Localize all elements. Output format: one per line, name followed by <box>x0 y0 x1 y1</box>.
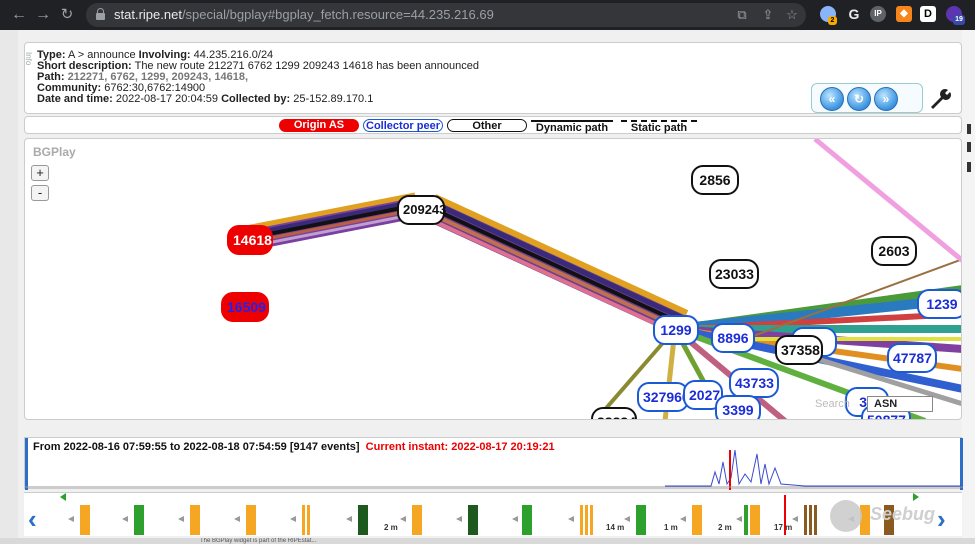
left-gutter <box>0 30 18 544</box>
node-as1239[interactable]: 1239 <box>917 289 961 319</box>
node-as8896[interactable]: 8896 <box>711 323 755 353</box>
event-gap-label: 14 m <box>606 523 625 532</box>
right-strip-mark <box>967 162 971 172</box>
event-gap-label: 17 m <box>774 523 793 532</box>
node-as2856[interactable]: 2856 <box>691 165 739 195</box>
url-text: stat.ripe.net/special/bgplay#bgplay_fetc… <box>114 7 494 22</box>
right-strip-mark <box>967 124 971 134</box>
node-as1299[interactable]: 1299 <box>653 315 699 345</box>
extension-ip-icon[interactable]: IP <box>870 6 886 22</box>
node-as2603[interactable]: 2603 <box>871 236 917 266</box>
events-start-flag <box>60 493 66 501</box>
back-icon[interactable]: ← <box>10 6 28 24</box>
playback-controls: « ↻ » <box>811 83 923 113</box>
search-hint: Search <box>815 398 850 410</box>
node-as23033[interactable]: 23033 <box>709 259 759 289</box>
route-bundle-209243-1299 <box>423 194 689 336</box>
browser-toolbar: ← → ↻ stat.ripe.net/special/bgplay#bgpla… <box>0 0 975 30</box>
asn-search-input[interactable]: ASN <box>867 396 933 412</box>
node-as3399[interactable]: 3399 <box>715 395 761 419</box>
zoom-out-button[interactable]: - <box>31 185 49 201</box>
seebug-watermark: Seebug <box>830 500 945 536</box>
rewind-icon[interactable]: « <box>820 87 844 111</box>
d-extension-icon[interactable]: D <box>920 6 936 22</box>
fast-forward-icon[interactable]: » <box>874 87 898 111</box>
bookmark-star-icon[interactable]: ☆ <box>784 7 800 23</box>
forward-icon[interactable]: → <box>34 6 52 24</box>
timeline-panel[interactable]: From 2022-08-16 07:59:55 to 2022-08-18 0… <box>24 437 963 490</box>
replay-icon[interactable]: ↻ <box>847 87 871 111</box>
current-instant: Current instant: 2022-08-17 20:19:21 <box>365 441 555 453</box>
node-as209243[interactable]: 209243 <box>397 195 446 225</box>
event-gap-label: 2 m <box>718 523 732 532</box>
url-path: /special/bgplay#bgplay_fetch.resource=44… <box>181 7 494 22</box>
zoom-in-button[interactable]: + <box>31 165 49 181</box>
node-as43733[interactable]: 43733 <box>729 368 779 398</box>
legend-dynamic-path: Dynamic path <box>531 120 613 134</box>
bgplay-graph[interactable]: BGPlay + - 14618 16509 209243 2856 23033… <box>24 138 962 420</box>
event-bars <box>60 493 919 535</box>
event-gap-label: 2 m <box>384 523 398 532</box>
extension-badge: 2 <box>828 16 837 25</box>
url-host: stat.ripe.net <box>114 7 182 22</box>
node-as327960[interactable]: 327960 <box>637 382 690 412</box>
lock-icon <box>96 8 105 20</box>
right-scroll-strip[interactable] <box>962 30 975 544</box>
reload-icon[interactable]: ↻ <box>58 6 76 24</box>
legend-bar: Origin AS Collector peer Other Dynamic p… <box>24 116 962 134</box>
node-as37358[interactable]: 37358 <box>775 335 823 365</box>
seebug-logo-icon <box>830 500 862 532</box>
legend-other: Other <box>447 119 527 132</box>
profile-badge: 19 <box>953 15 965 25</box>
legend-static-path: Static path <box>621 120 697 134</box>
translate-icon[interactable]: ⧉ <box>734 7 750 23</box>
path-edges <box>240 139 961 419</box>
events-prev-arrow-icon[interactable]: ‹ <box>28 505 46 533</box>
event-gap-label: 1 m <box>664 523 678 532</box>
legend-origin-as: Origin AS <box>279 119 359 132</box>
node-as38834[interactable]: 38834 <box>591 407 637 419</box>
page-footer: The BGPlay widget is part of the RIPEsta… <box>0 538 975 544</box>
node-as47787[interactable]: 47787 <box>887 343 937 373</box>
address-bar[interactable]: stat.ripe.net/special/bgplay#bgplay_fetc… <box>86 3 806 27</box>
google-icon[interactable]: G <box>846 6 862 22</box>
node-as16509[interactable]: 16509 <box>221 292 269 322</box>
timeline-start-handle <box>25 438 28 490</box>
legend-collector-peer: Collector peer <box>363 119 443 132</box>
datetime-line: Date and time: 2022-08-17 20:04:59 Colle… <box>37 93 374 105</box>
right-strip-mark <box>967 142 971 152</box>
events-strip[interactable]: 2 m 14 m 1 m 2 m 17 m <box>24 492 962 536</box>
timeline-end-handle <box>960 438 963 490</box>
share-icon[interactable]: ⇪ <box>760 7 776 23</box>
watermark-text: Seebug <box>870 504 936 524</box>
settings-wrench-icon[interactable] <box>928 88 952 110</box>
timeline-range: From 2022-08-16 07:59:55 to 2022-08-18 0… <box>33 441 555 453</box>
graph-title: BGPlay <box>33 145 76 159</box>
node-as14618[interactable]: 14618 <box>227 225 273 255</box>
info-side-tab[interactable]: Info <box>24 52 33 65</box>
metamask-icon[interactable]: ◆ <box>896 6 912 22</box>
